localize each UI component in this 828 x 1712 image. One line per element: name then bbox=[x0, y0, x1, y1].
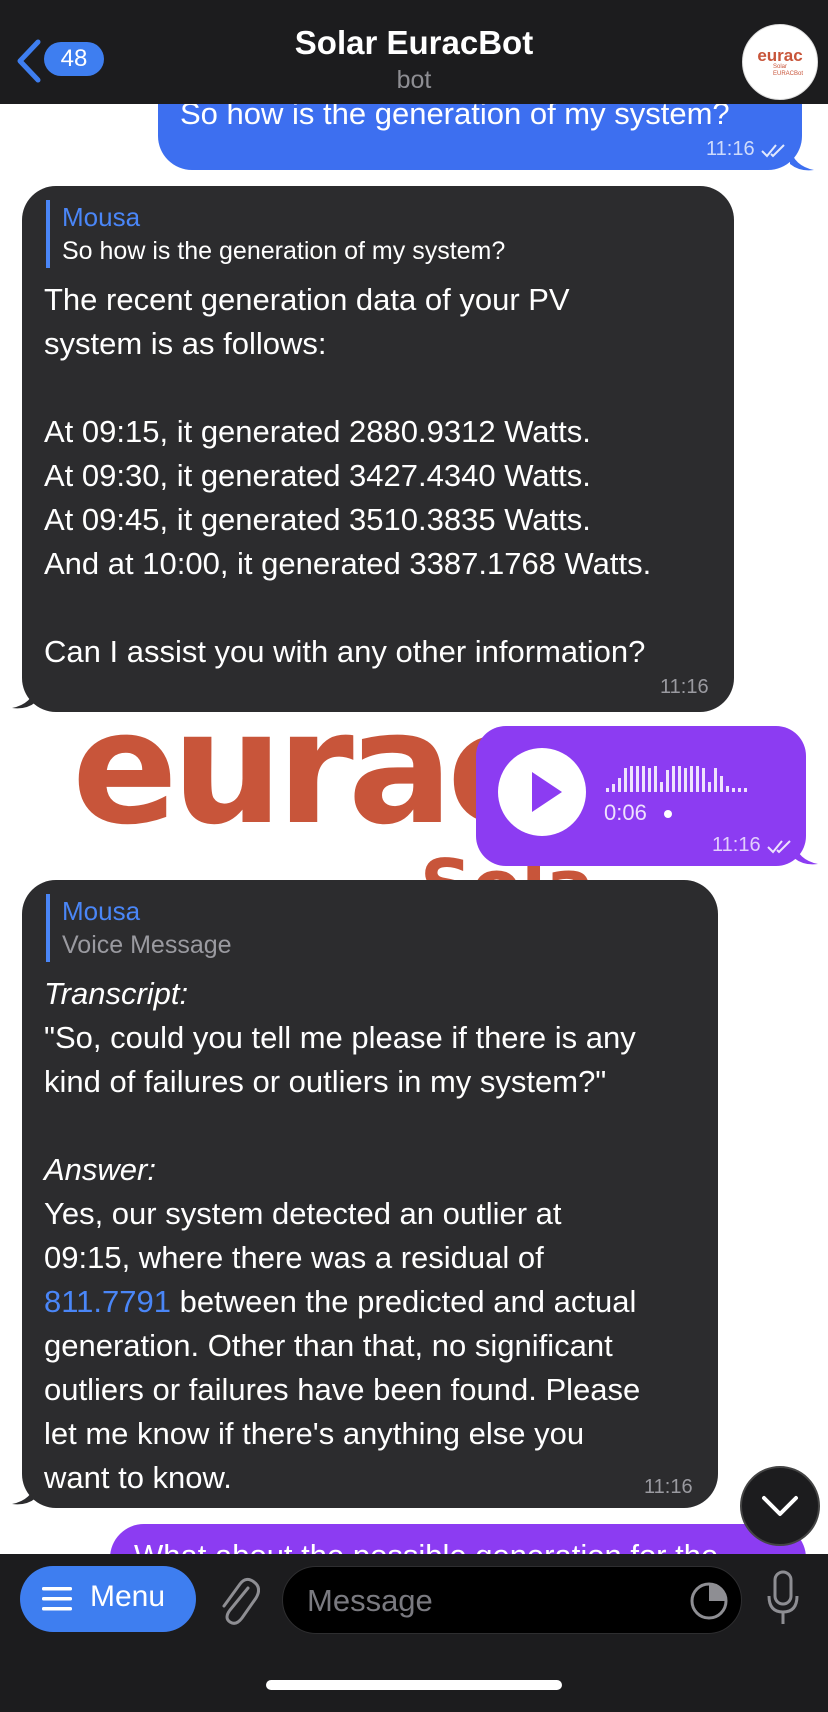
voice-message[interactable]: 0:06 11:16 bbox=[476, 726, 806, 866]
message-time: 11:16 bbox=[712, 834, 761, 856]
incoming-message[interactable]: Mousa So how is the generation of my sys… bbox=[22, 186, 734, 712]
incoming-message[interactable]: Mousa Voice Message Transcript: "So, cou… bbox=[22, 880, 718, 1508]
bubble-tail bbox=[12, 686, 36, 709]
reply-text: So how is the generation of my system? bbox=[62, 237, 506, 265]
sticker-icon[interactable] bbox=[689, 1581, 729, 1621]
message-time: 11:16 bbox=[644, 1476, 693, 1498]
menu-button[interactable]: Menu bbox=[20, 1566, 196, 1632]
menu-icon bbox=[42, 1587, 72, 1611]
message-text: The recent generation data of your PV sy… bbox=[44, 282, 652, 669]
chat-header: 48 Solar EuracBot bot eurac Solar EURACB… bbox=[0, 0, 828, 104]
message-time: 11:16 bbox=[660, 676, 709, 698]
message-composer: Menu Message bbox=[0, 1554, 828, 1712]
bubble-tail bbox=[790, 148, 814, 171]
avatar-logo-subtext: Solar EURACBot bbox=[773, 63, 804, 77]
reply-author: Mousa bbox=[62, 202, 141, 232]
message-time: 11:16 bbox=[706, 138, 755, 160]
message-input[interactable]: Message bbox=[282, 1566, 742, 1634]
microphone-icon[interactable] bbox=[766, 1570, 800, 1626]
transcript-label: Transcript: bbox=[44, 976, 189, 1011]
message-placeholder: Message bbox=[307, 1583, 433, 1618]
play-icon bbox=[532, 772, 562, 812]
reply-quote[interactable]: Mousa Voice Message bbox=[46, 894, 232, 962]
read-checkmarks-icon bbox=[761, 144, 785, 158]
reply-quote[interactable]: Mousa So how is the generation of my sys… bbox=[46, 200, 505, 268]
read-checkmarks-icon bbox=[767, 840, 791, 854]
residual-number-link[interactable]: 811.7791 bbox=[44, 1284, 171, 1319]
scroll-to-bottom-button[interactable] bbox=[740, 1466, 820, 1546]
bot-avatar[interactable]: eurac Solar EURACBot bbox=[742, 24, 818, 100]
voice-duration: 0:06 bbox=[604, 800, 647, 825]
chat-subtitle: bot bbox=[396, 66, 432, 94]
bubble-tail bbox=[12, 1482, 36, 1505]
chat-title[interactable]: Solar EuracBot bbox=[0, 24, 828, 62]
reply-author: Mousa bbox=[62, 896, 141, 926]
answer-text: Yes, our system detected an outlier at 0… bbox=[44, 1196, 562, 1275]
unplayed-dot bbox=[664, 810, 672, 818]
reply-text: Voice Message bbox=[62, 931, 232, 959]
attachment-icon[interactable] bbox=[214, 1570, 260, 1630]
answer-label: Answer: bbox=[44, 1152, 156, 1187]
menu-label: Menu bbox=[90, 1580, 166, 1613]
home-indicator bbox=[266, 1680, 562, 1690]
waveform-icon[interactable] bbox=[604, 762, 780, 794]
chevron-down-icon bbox=[762, 1496, 798, 1516]
avatar-logo-text: eurac bbox=[757, 45, 803, 65]
wallpaper-logo: eurac bbox=[72, 677, 540, 859]
play-button[interactable] bbox=[498, 748, 586, 836]
bubble-tail bbox=[794, 842, 818, 865]
message-body: Transcript: "So, could you tell me pleas… bbox=[44, 972, 714, 1500]
transcript-text: "So, could you tell me please if there i… bbox=[44, 1020, 636, 1099]
